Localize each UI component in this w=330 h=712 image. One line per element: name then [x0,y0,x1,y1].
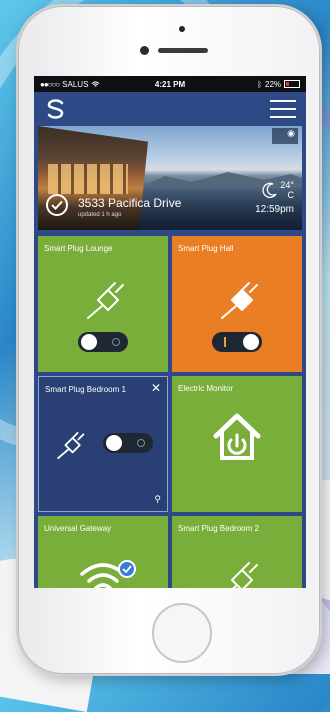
battery-icon [284,80,301,88]
location-updated: updated 1 h ago [78,212,122,218]
tile-electric-monitor[interactable]: Electric Monitor [172,376,302,512]
tile-title: Electric Monitor [178,384,234,393]
hamburger-menu-icon[interactable] [270,100,296,118]
location-banner[interactable]: ◉ 3533 Pacifica Drive updated 1 h ago 24… [38,126,302,230]
device-grid: Smart Plug Lounge Smart Plug Hall Smart … [38,236,302,588]
app-screen: ●●○○○ SALUS 4:21 PM ᛒ 22% ◉ 3533 Pacific… [34,76,306,588]
camera-icon[interactable]: ◉ [272,128,298,144]
wifi-status-icon [92,80,100,87]
tile-smart-plug-hall[interactable]: Smart Plug Hall [172,236,302,372]
carrier-name: SALUS [62,79,89,89]
battery-percent: 22% [265,79,282,89]
temperature-unit: C [287,190,295,200]
power-toggle[interactable] [103,433,153,453]
signal-dots-icon: ●●○○○ [40,79,60,89]
status-time: 4:21 PM [154,79,186,89]
tile-title: Smart Plug Lounge [44,244,113,253]
front-camera [140,46,149,55]
home-button[interactable] [152,603,212,663]
check-badge-icon [118,560,136,578]
salus-logo-icon[interactable] [44,97,68,121]
status-bar: ●●○○○ SALUS 4:21 PM ᛒ 22% [34,76,306,92]
house-power-icon [213,413,261,460]
bluetooth-icon: ᛒ [257,79,262,89]
location-check-icon[interactable] [46,194,68,216]
plug-icon [231,562,258,588]
location-address: 3533 Pacifica Drive [78,196,182,210]
weather-time: 12:59pm [255,204,294,215]
tile-smart-plug-lounge[interactable]: Smart Plug Lounge [38,236,168,372]
tile-title: Smart Plug Bedroom 1 [45,385,126,394]
phone-speaker [158,48,208,53]
power-toggle[interactable] [78,332,128,352]
tile-title: Universal Gateway [44,524,112,533]
plug-icon [57,432,85,460]
tile-title: Smart Plug Hall [178,244,234,253]
app-header [34,92,306,126]
weather-widget: 24° C 12:59pm [255,180,294,215]
plug-icon [87,282,124,319]
tile-universal-gateway[interactable]: Universal Gateway [38,516,168,588]
tile-title: Smart Plug Bedroom 2 [178,524,259,533]
tile-smart-plug-bedroom-1[interactable]: Smart Plug Bedroom 1 ✕ ⚲ [38,376,168,512]
plug-icon [221,282,258,319]
tile-smart-plug-bedroom-2[interactable]: Smart Plug Bedroom 2 [172,516,302,588]
temperature-value: 24° [280,180,294,190]
phone-sensor [179,26,185,32]
close-icon[interactable]: ✕ [151,382,161,394]
moon-icon [262,182,277,198]
power-toggle[interactable] [212,332,262,352]
pin-icon[interactable]: ⚲ [154,494,161,505]
